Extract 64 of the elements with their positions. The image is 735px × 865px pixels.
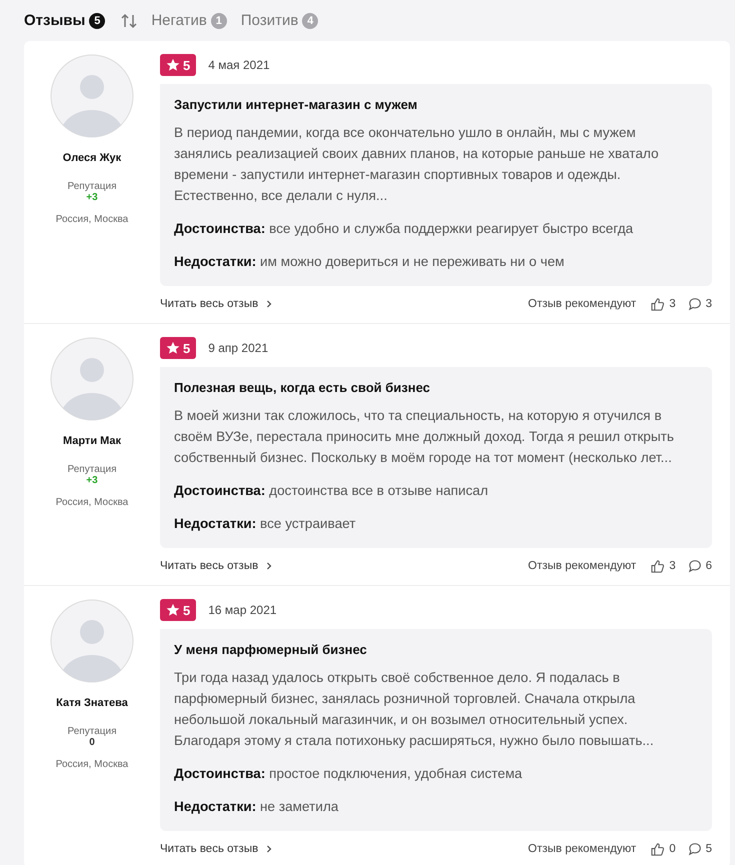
review-date: 4 мая 2021 xyxy=(208,58,270,72)
location: Россия, Москва xyxy=(56,497,128,508)
avatar-icon xyxy=(50,337,134,421)
chevron-icon xyxy=(266,300,272,308)
likes-count: 3 xyxy=(669,560,676,572)
reputation-value: 0 xyxy=(89,737,95,748)
count-badge: 1 xyxy=(210,12,227,28)
pros-text: Достоинства: все удобно и служба поддержки реагирует быстро всегда xyxy=(174,220,634,238)
count-badge: 4 xyxy=(302,12,318,28)
comment-icon[interactable] xyxy=(688,559,702,573)
thumbs-up-icon[interactable] xyxy=(650,296,666,312)
avatar-icon xyxy=(50,599,134,683)
sort-icon[interactable] xyxy=(121,12,138,28)
review-title: Полезная вещь, когда есть свой бизнес xyxy=(174,380,432,395)
reputation-label: Репутация xyxy=(68,181,116,192)
pros-text: Достоинства: достоинства все в отзыве написал xyxy=(174,482,490,500)
reputation-value: +3 xyxy=(86,192,98,203)
star-icon xyxy=(166,341,180,355)
chevron-icon xyxy=(266,845,272,853)
pros-text: Достоинства: простое подключения, удобная система xyxy=(174,765,524,783)
avatar-icon xyxy=(50,54,134,138)
rating-badge: 5 xyxy=(160,337,196,359)
comments-count: 5 xyxy=(706,843,712,855)
star-icon xyxy=(166,58,180,72)
read-more-link[interactable]: Читать весь отзыв xyxy=(160,843,258,855)
rating-badge: 5 xyxy=(160,599,196,621)
cons-text: Недостатки: все устраивает xyxy=(174,515,357,533)
review-text: Три года назад удалось открыть своё собственное дело. Я подалась в парфюмерный бизнес, занялась розничной торговлей. Сначала открыла небольшой локальный магазинчик, и он возымел относительный успех. Благодаря этому я стала потихоньку расширяться, нужно было повышать... xyxy=(174,669,655,750)
review-date: 16 мар 2021 xyxy=(208,603,277,617)
rating-badge: 5 xyxy=(160,54,196,76)
author-name: Марти Мак xyxy=(62,435,122,447)
author-name: Олеся Жук xyxy=(62,152,122,164)
author-name: Катя Знатева xyxy=(56,697,128,709)
thumbs-up-icon[interactable] xyxy=(650,842,666,856)
comment-icon[interactable] xyxy=(688,297,702,311)
comment-icon[interactable] xyxy=(688,842,702,856)
recommend-label: Отзыв рекомендуют xyxy=(528,843,636,855)
comments-count: 3 xyxy=(706,298,712,310)
cons-text: Недостатки: им можно довериться и не переживать ни о чем xyxy=(174,253,566,271)
read-more-link[interactable]: Читать весь отзыв xyxy=(160,560,258,572)
reviews-tab[interactable]: Отзывы 5 xyxy=(24,12,106,29)
location: Россия, Москва xyxy=(56,759,128,770)
count-badge: 5 xyxy=(89,12,106,28)
thumbs-up-icon[interactable] xyxy=(650,558,666,574)
star-icon xyxy=(166,603,180,617)
review-title: Запустили интернет-магазин с мужем xyxy=(174,97,418,112)
comments-count: 6 xyxy=(706,560,712,572)
reputation-label: Репутация xyxy=(68,464,116,475)
review-text: В моей жизни так сложилось, что та специальность, на которую я отучился в своём ВУЗе, перестала приносить мне должный доход. Тогда я решил открыть собственный бизнес. Поскольку в моём городе на тот момент (несколько лет... xyxy=(174,407,675,467)
reputation-value: +3 xyxy=(86,475,98,486)
likes-count: 0 xyxy=(669,843,676,855)
reviews-tab[interactable]: Негатив 1 xyxy=(151,12,227,29)
read-more-link[interactable]: Читать весь отзыв xyxy=(160,298,258,310)
likes-count: 3 xyxy=(669,298,676,310)
chevron-icon xyxy=(266,562,272,570)
recommend-label: Отзыв рекомендуют xyxy=(528,298,636,310)
review-title: У меня парфюмерный бизнес xyxy=(174,642,368,657)
recommend-label: Отзыв рекомендуют xyxy=(528,560,636,572)
reviews-tab[interactable]: Позитив 4 xyxy=(240,12,318,29)
cons-text: Недостатки: не заметила xyxy=(174,798,340,816)
location: Россия, Москва xyxy=(56,214,128,225)
reputation-label: Репутация xyxy=(68,726,116,737)
review-text: В период пандемии, когда все окончательно ушло в онлайн, мы с мужем занялись реализацией своих давних планов, на которые раньше не хватало времени - запустили интернет-магазин спортивных товаров и одежды. Естественно, все делали с нуля... xyxy=(174,124,660,205)
review-date: 9 апр 2021 xyxy=(208,341,268,355)
